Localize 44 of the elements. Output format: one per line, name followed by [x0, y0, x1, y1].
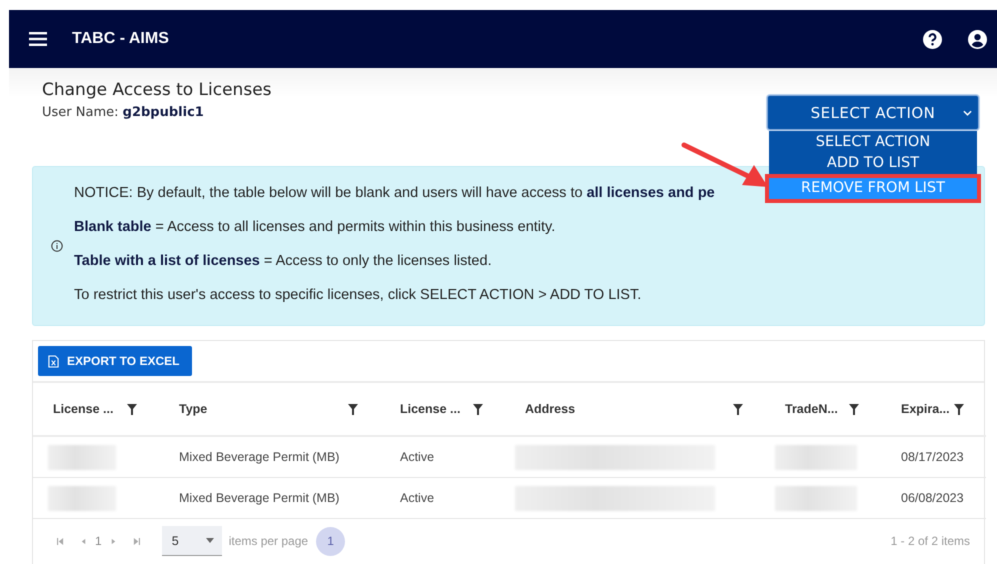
action-dropdown[interactable]: SELECT ACTION: [767, 95, 979, 130]
filter-icon[interactable]: [348, 404, 358, 414]
filter-icon[interactable]: [733, 404, 743, 414]
user-name-label: User Name:: [42, 105, 118, 120]
notice-text: To restrict this user's access to specific licenses, click SELECT ACTION > ADD TO LIST.: [74, 286, 642, 305]
excel-file-icon: [48, 354, 59, 368]
export-button[interactable]: EXPORT TO EXCEL: [38, 346, 192, 376]
table-cell: Mixed Beverage Permit (MB): [179, 450, 340, 464]
menu-icon[interactable]: [29, 32, 47, 46]
table-cell: 06/08/2023: [901, 491, 964, 505]
redacted-block: [48, 444, 116, 470]
notice-text: Blank table = Access to all licenses and permits within this business entity.: [74, 218, 556, 237]
column-header[interactable]: Address: [525, 402, 576, 416]
table-cell: Active: [400, 491, 434, 505]
pager-summary: 1 - 2 of 2 items: [890, 534, 970, 548]
page-title: Change Access to Licenses: [42, 80, 272, 100]
account-icon[interactable]: [968, 30, 987, 48]
notice-text: Table with a list of licenses = Access to only the licenses listed.: [74, 252, 493, 271]
redacted-block: [48, 486, 116, 510]
user-name: g2bpublic1: [122, 105, 204, 120]
info-icon: [51, 240, 63, 252]
page-button[interactable]: 1: [316, 526, 346, 556]
column-header[interactable]: TradeN...: [785, 402, 838, 416]
filter-icon[interactable]: [849, 404, 859, 414]
column-header[interactable]: License ...: [400, 402, 460, 416]
current-page: 1: [95, 534, 102, 548]
menu-option[interactable]: SELECT ACTION: [769, 132, 977, 153]
chevron-down-icon: [963, 110, 972, 116]
filter-icon[interactable]: [473, 404, 483, 414]
filter-icon[interactable]: [954, 404, 964, 414]
column-header[interactable]: Type: [179, 402, 208, 416]
notice-text: NOTICE: By default, the table below will be blank and users will have access to all licenses and pe: [74, 184, 715, 203]
table-cell: Mixed Beverage Permit (MB): [179, 491, 340, 505]
page-size-select[interactable]: 5: [162, 526, 222, 556]
menu-option[interactable]: ADD TO LIST: [769, 153, 977, 174]
page-size-label: items per page: [228, 534, 308, 548]
app-title: TABC - AIMS: [72, 30, 169, 48]
column-header[interactable]: Expira...: [901, 402, 950, 416]
table-cell: 08/17/2023: [901, 450, 964, 464]
caret-icon: [206, 538, 214, 543]
column-header[interactable]: License ...: [53, 402, 114, 416]
help-icon[interactable]: [923, 30, 942, 48]
filter-icon[interactable]: [127, 404, 137, 414]
table-cell: Active: [400, 450, 434, 464]
